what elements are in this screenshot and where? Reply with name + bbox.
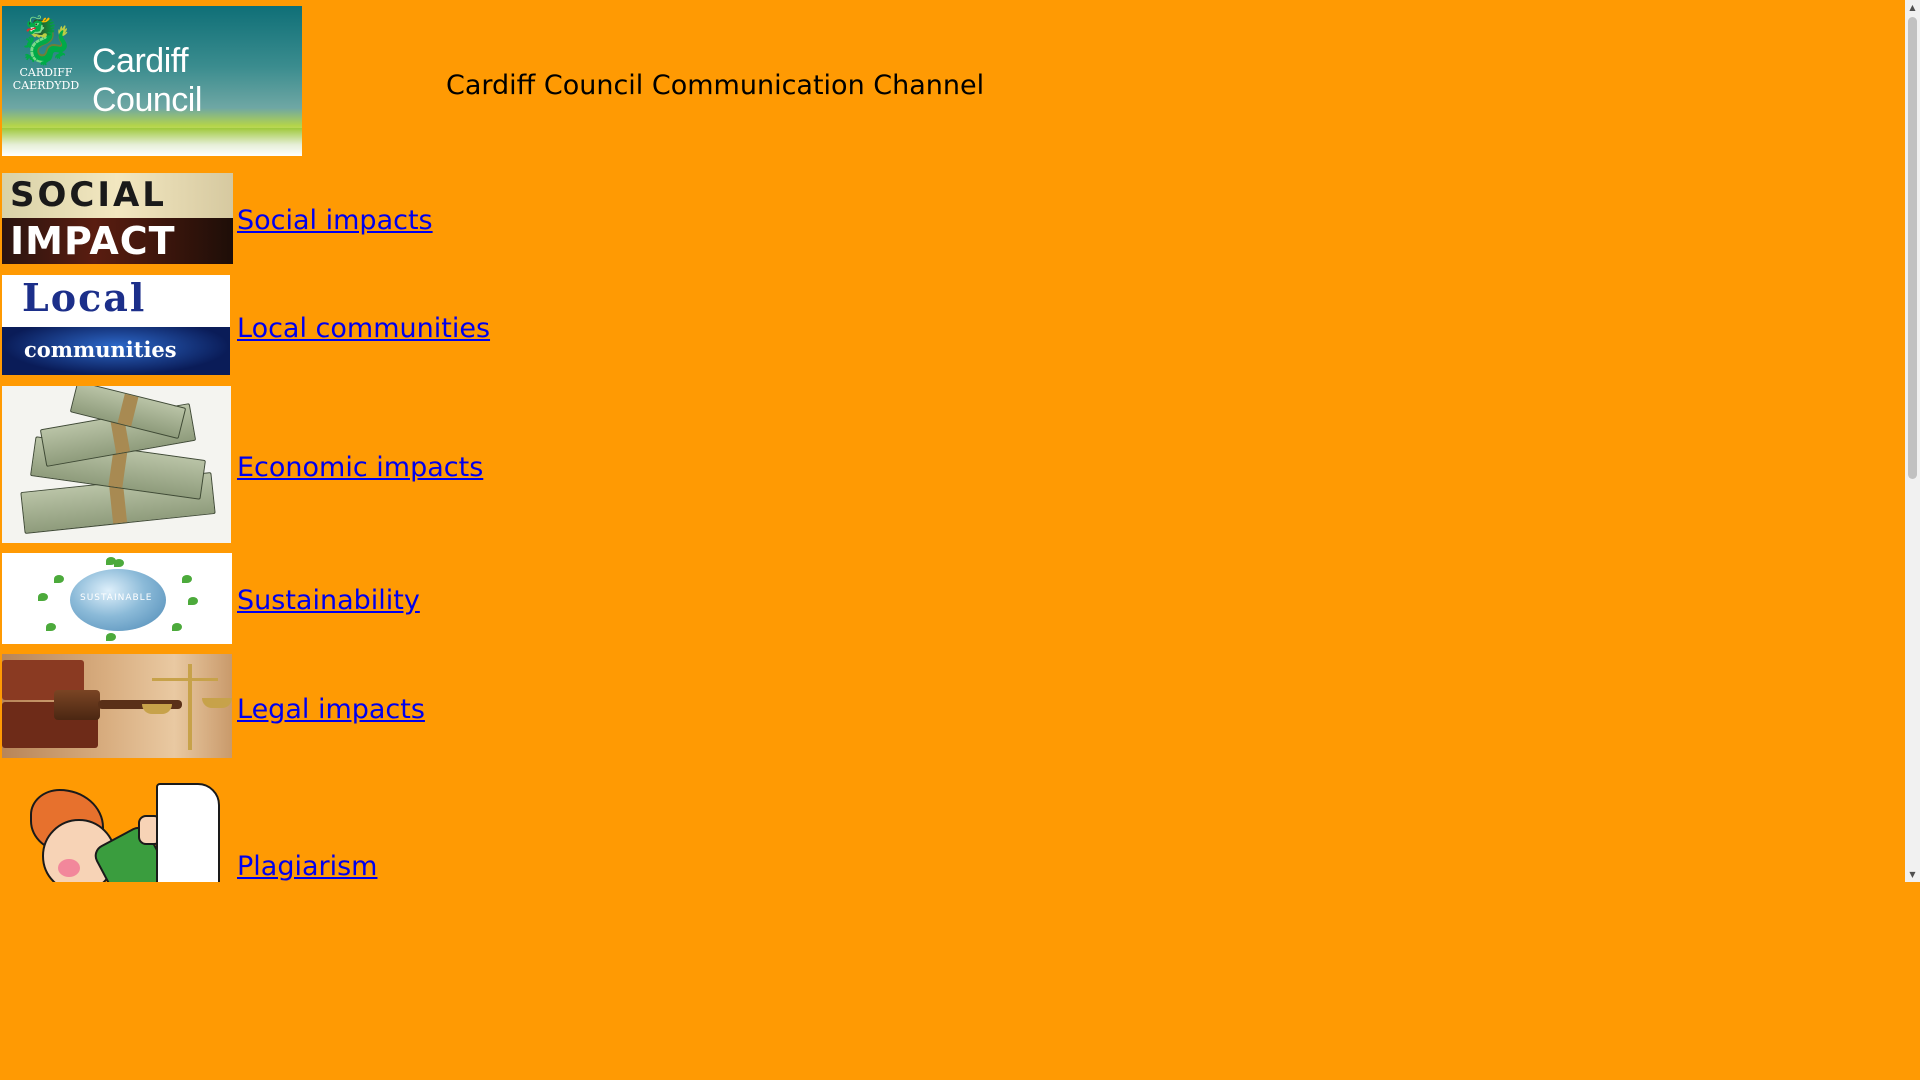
- legal-impacts-link[interactable]: Legal impacts: [237, 694, 425, 725]
- communities-image-text: communities: [24, 337, 177, 362]
- logo-brand-text: Cardiff Council: [92, 42, 202, 119]
- crest-city-name: CARDIFF: [19, 66, 73, 79]
- local-communities-link[interactable]: Local communities: [237, 313, 490, 344]
- social-impact-image[interactable]: SOCIAL IMPACT: [2, 173, 233, 264]
- money-stacks-image[interactable]: [2, 386, 231, 543]
- impact-image-text: IMPACT: [10, 219, 176, 263]
- page: 🐉 CARDIFF CAERDYDD Cardiff Council Cardi…: [0, 0, 1553, 882]
- scales-icon: [188, 664, 192, 750]
- crest-city-name-welsh: CAERDYDD: [12, 79, 80, 92]
- social-image-text: SOCIAL: [10, 175, 167, 215]
- local-image-text: Local: [22, 275, 147, 320]
- globe-icon: SUSTAINABLE: [70, 569, 166, 631]
- scroll-up-icon[interactable]: ▲: [1905, 0, 1920, 15]
- cardiff-council-logo[interactable]: 🐉 CARDIFF CAERDYDD Cardiff Council: [2, 6, 302, 156]
- logo-swoosh: [2, 128, 302, 156]
- sustainable-design-image[interactable]: SUSTAINABLE: [2, 553, 232, 644]
- page-title: Cardiff Council Communication Channel: [446, 70, 985, 101]
- gavel-icon: [54, 690, 100, 720]
- local-communities-image[interactable]: Local communities: [2, 275, 230, 375]
- crest-icon: 🐉 CARDIFF CAERDYDD: [12, 14, 80, 106]
- plagiarism-link[interactable]: Plagiarism: [237, 851, 377, 882]
- scroll-down-icon[interactable]: ▼: [1905, 867, 1920, 882]
- sustainability-link[interactable]: Sustainability: [237, 585, 420, 616]
- paper-icon: [156, 783, 220, 882]
- sustainable-image-text: SUSTAINABLE: [80, 593, 153, 603]
- dragon-icon: 🐉: [17, 13, 75, 67]
- scrollbar-thumb[interactable]: [1908, 17, 1917, 479]
- cartoon-plagiarism-image[interactable]: [2, 775, 232, 882]
- vertical-scrollbar[interactable]: ▲ ▼: [1905, 0, 1920, 882]
- social-impacts-link[interactable]: Social impacts: [237, 205, 433, 236]
- gavel-scales-image[interactable]: [2, 654, 232, 758]
- economic-impacts-link[interactable]: Economic impacts: [237, 452, 483, 483]
